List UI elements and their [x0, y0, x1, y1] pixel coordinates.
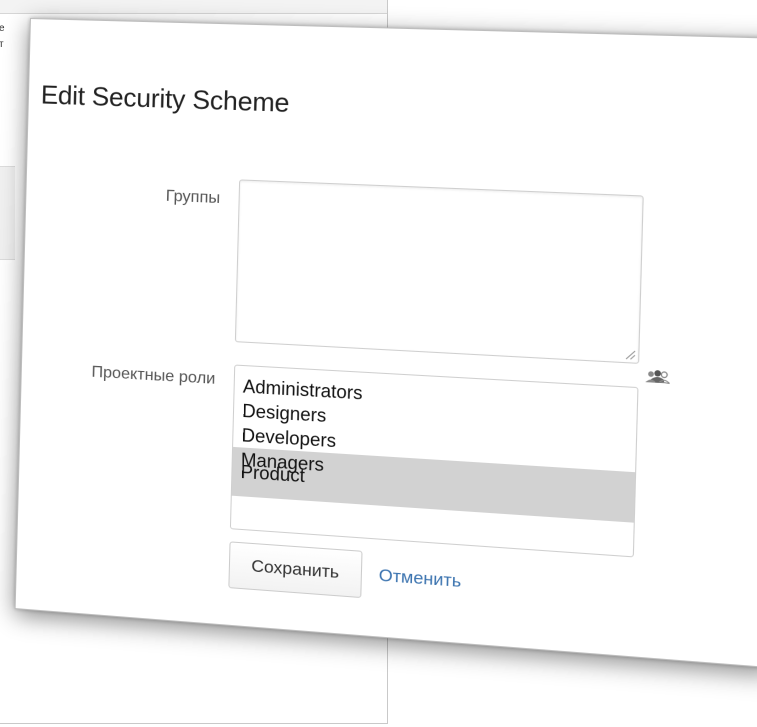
background-top-strip: [0, 0, 387, 14]
resize-grip-icon[interactable]: [625, 349, 636, 360]
background-text-line: т: [0, 39, 4, 50]
project-roles-select[interactable]: Administrators Designers Developers Mana…: [229, 364, 639, 558]
background-text-line: e: [0, 23, 5, 34]
edit-security-scheme-dialog: Edit Security Scheme Группы Проектные ро…: [14, 18, 757, 669]
background-panel: [0, 166, 15, 260]
dialog-title: Edit Security Scheme: [40, 79, 290, 118]
groups-label: Группы: [165, 187, 221, 208]
cancel-link[interactable]: Отменить: [378, 565, 462, 592]
screen: e т Edit Security Scheme Группы Проектны…: [0, 0, 757, 727]
role-option-label: Product: [240, 461, 306, 487]
groups-textarea[interactable]: [234, 179, 644, 364]
save-button[interactable]: Сохранить: [228, 541, 363, 599]
group-picker-icon[interactable]: [645, 368, 670, 384]
project-roles-label: Проектные роли: [91, 363, 216, 388]
